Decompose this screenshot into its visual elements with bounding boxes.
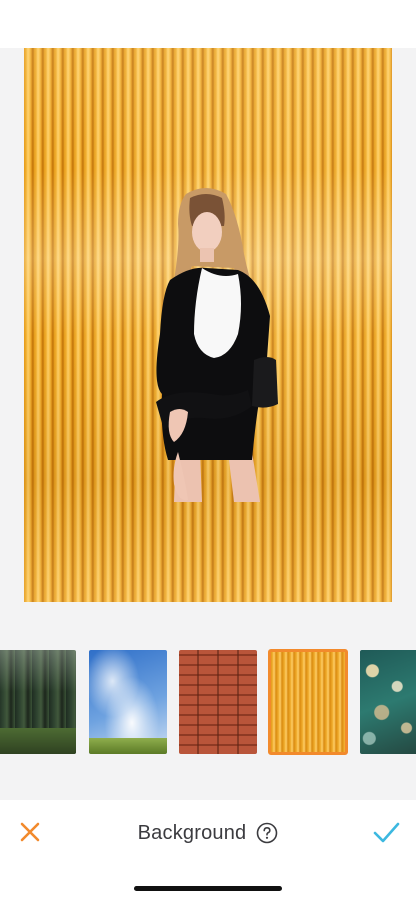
checkmark-icon bbox=[373, 822, 400, 843]
background-thumb-bokeh[interactable] bbox=[360, 650, 416, 754]
person-figure bbox=[156, 188, 278, 502]
title-group: Background bbox=[0, 818, 416, 848]
background-thumb-brick[interactable] bbox=[179, 650, 257, 754]
background-thumb-gold-selected[interactable] bbox=[268, 649, 348, 755]
toolbar-title: Background bbox=[137, 821, 247, 844]
confirm-button[interactable] bbox=[370, 816, 402, 848]
home-indicator[interactable] bbox=[134, 886, 282, 891]
background-thumb-forest[interactable] bbox=[0, 650, 76, 754]
image-canvas[interactable] bbox=[24, 48, 392, 602]
editor-stage bbox=[0, 0, 416, 800]
bottom-toolbar: Background bbox=[0, 800, 416, 900]
background-picker[interactable] bbox=[0, 644, 416, 760]
top-bar bbox=[0, 0, 416, 48]
person-cutout[interactable] bbox=[134, 184, 284, 502]
question-circle-icon[interactable] bbox=[256, 822, 278, 844]
background-thumb-sky[interactable] bbox=[89, 650, 167, 754]
